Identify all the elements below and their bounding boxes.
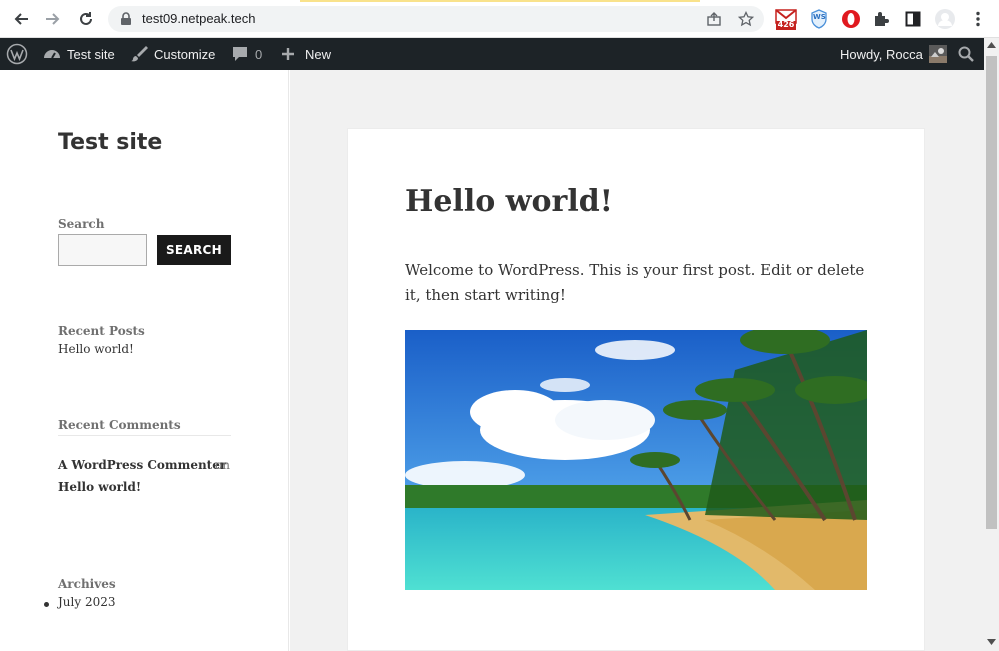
profile-button[interactable] [934, 8, 956, 30]
browser-menu-button[interactable] [967, 8, 989, 30]
beach-image [405, 330, 867, 590]
opera-icon [842, 10, 860, 28]
side-panel-icon [905, 11, 921, 27]
dashboard-gauge-icon [44, 50, 60, 59]
kebab-menu-icon [976, 11, 980, 27]
site-name-menu[interactable]: Test site [43, 38, 115, 70]
customize-label: Customize [154, 46, 216, 62]
bookmark-star-icon [738, 11, 754, 27]
page-scrollbar[interactable] [984, 38, 999, 651]
address-bar[interactable]: test09.netpeak.tech [108, 6, 764, 32]
scroll-down-icon [987, 639, 996, 645]
user-avatar-icon [928, 45, 947, 63]
reload-icon [80, 12, 92, 25]
recent-posts-title: Recent Posts [58, 324, 145, 338]
shield-extension-label: WS [813, 13, 826, 21]
forward-arrow-icon [46, 13, 60, 25]
reload-button[interactable] [75, 8, 97, 30]
bullet [44, 602, 49, 607]
lock-icon [121, 12, 131, 25]
recent-post-link[interactable]: Hello world! [58, 342, 134, 356]
site-title[interactable]: Test site [58, 130, 162, 155]
customize-link[interactable]: Customize [130, 38, 215, 70]
loading-indicator [300, 0, 700, 2]
comment-post-link[interactable]: Hello world! [58, 480, 141, 494]
post-content: Welcome to WordPress. This is your first… [405, 261, 865, 304]
howdy-label: Howdy, Rocca [840, 46, 923, 62]
post-title[interactable]: Hello world! [405, 184, 613, 219]
comments-link[interactable]: 0 [231, 38, 262, 70]
tropical-beach-picture [405, 330, 867, 590]
comment-on-text: on [215, 458, 230, 472]
back-button[interactable] [10, 8, 32, 30]
plus-icon [282, 48, 294, 60]
extensions-button[interactable] [870, 8, 892, 30]
search-icon [958, 46, 974, 62]
back-arrow-icon [14, 13, 28, 25]
my-account-menu[interactable]: Howdy, Rocca [840, 38, 947, 70]
search-widget-label: Search [58, 217, 105, 231]
wp-admin-bar: Test site Customize 0 New Howdy, Rocca [0, 38, 999, 70]
scrollbar-thumb[interactable] [986, 56, 997, 529]
forward-button[interactable] [42, 8, 64, 30]
wp-logo-menu[interactable] [6, 38, 28, 70]
side-panel-button[interactable] [902, 8, 924, 30]
search-input[interactable] [58, 234, 147, 266]
share-icon [707, 12, 721, 26]
comment-bubble-icon [233, 47, 247, 61]
opera-extension[interactable] [840, 8, 862, 30]
site-name-label: Test site [67, 46, 115, 62]
puzzle-icon [875, 12, 889, 26]
search-button[interactable]: SEARCH [157, 235, 231, 265]
profile-avatar-icon [935, 9, 955, 29]
sidebar [0, 70, 289, 651]
new-content-menu[interactable]: New [281, 38, 331, 70]
divider [58, 435, 231, 436]
url-text: test09.netpeak.tech [142, 11, 256, 26]
shield-extension[interactable]: WS [808, 8, 830, 30]
comment-author-link[interactable]: A WordPress Commenter [58, 458, 226, 472]
gmail-extension[interactable]: 426 [775, 8, 797, 30]
new-label: New [305, 46, 332, 62]
paintbrush-icon [131, 46, 148, 62]
archives-title: Archives [58, 577, 116, 591]
gmail-badge: 426 [777, 20, 795, 29]
wordpress-logo-icon [6, 43, 28, 65]
comments-count: 0 [255, 46, 263, 62]
browser-toolbar: test09.netpeak.tech 426 WS [0, 0, 999, 38]
scroll-up-icon [987, 42, 996, 48]
admin-search-button[interactable] [958, 38, 974, 70]
recent-comments-title: Recent Comments [58, 418, 181, 432]
archive-link[interactable]: July 2023 [58, 595, 116, 609]
